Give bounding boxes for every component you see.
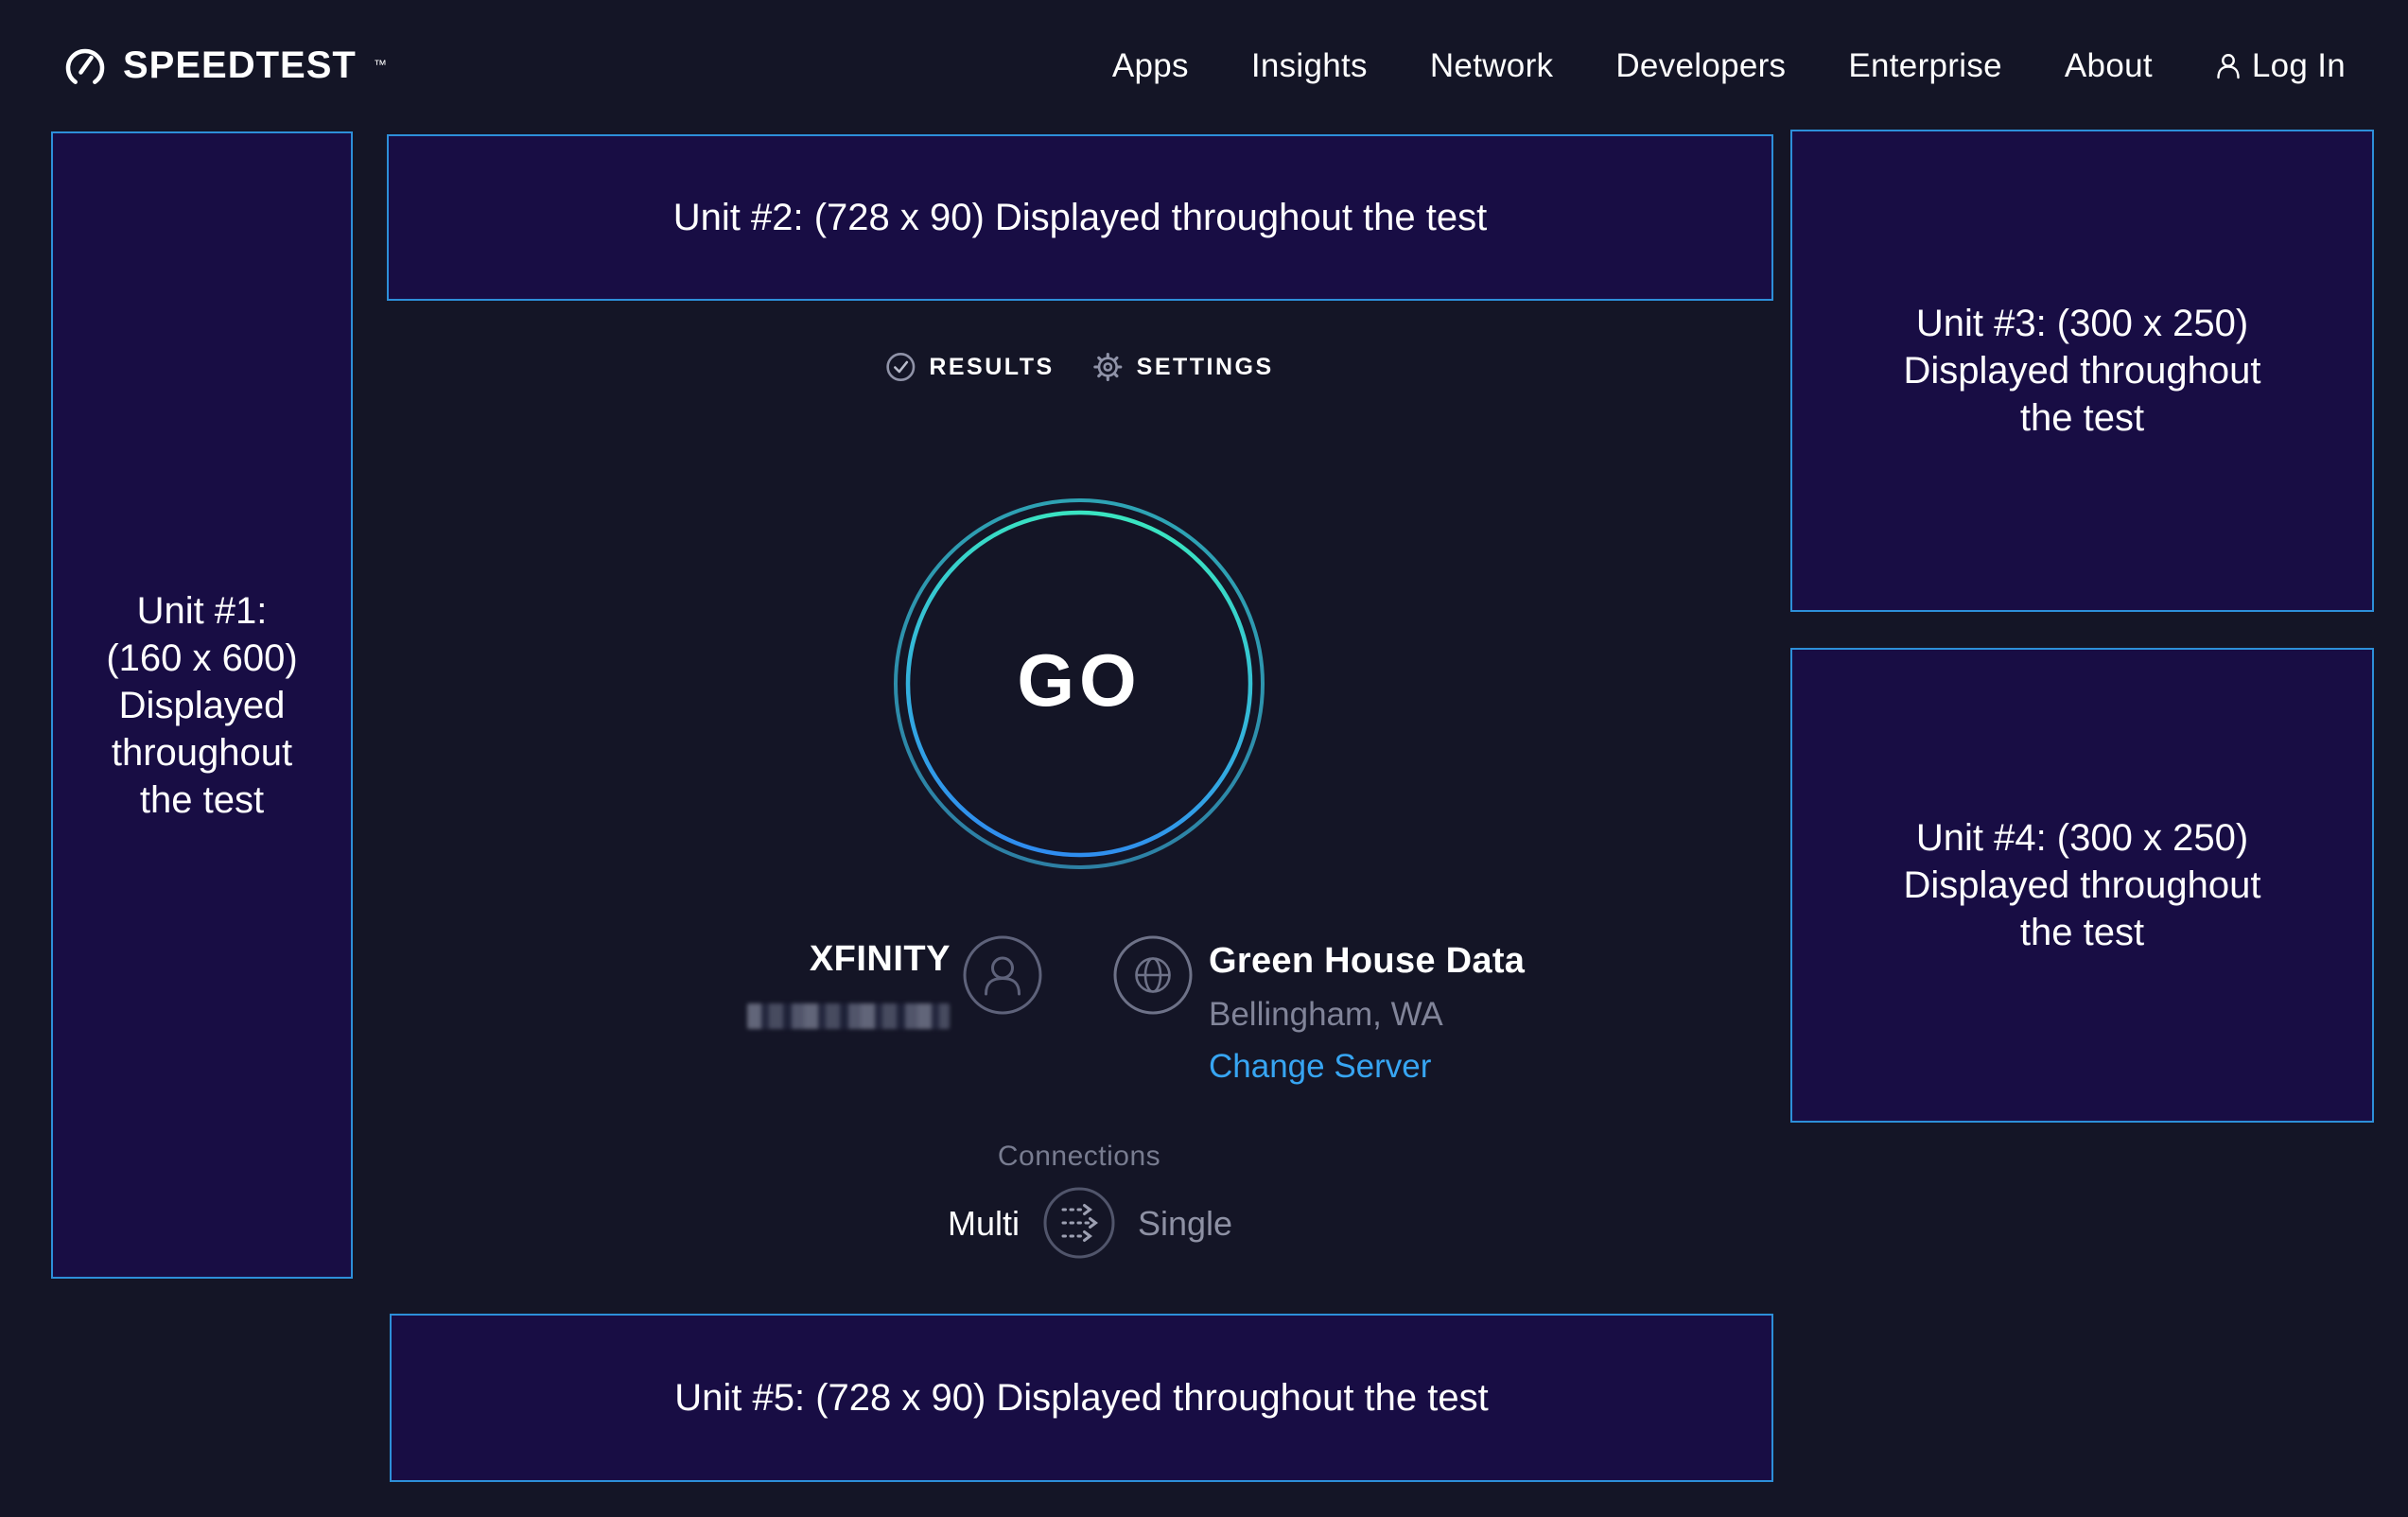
go-button[interactable]: GO [890,495,1268,873]
speedtest-logo[interactable]: SPEEDTEST ™ [62,44,387,89]
connections-toggle-icon[interactable] [1041,1185,1117,1261]
check-circle-icon [884,351,916,383]
connections-title: Connections [998,1141,1160,1173]
server-location: Bellingham, WA [1209,996,1443,1034]
gear-icon [1092,351,1125,383]
nav-item-about[interactable]: About [2065,47,2153,85]
login-button[interactable]: Log In [2215,47,2346,85]
login-label: Log In [2252,47,2346,85]
tab-settings-label: SETTINGS [1137,354,1274,381]
tab-results[interactable]: RESULTS [884,351,1054,383]
connections-single-option[interactable]: Single [1138,1204,1232,1244]
connections-multi-option[interactable]: Multi [880,1204,1020,1244]
nav-item-apps[interactable]: Apps [1112,47,1189,85]
speedtest-gauge-icon [62,44,108,89]
main-nav: Apps Insights Network Developers Enterpr… [1112,47,2346,85]
tab-settings[interactable]: SETTINGS [1092,351,1274,383]
ad-unit-4[interactable]: Unit #4: (300 x 250) Displayed throughou… [1790,648,2374,1123]
logo-text: SPEEDTEST [123,44,357,87]
nav-item-network[interactable]: Network [1430,47,1553,85]
nav-item-developers[interactable]: Developers [1615,47,1786,85]
server-name: Green House Data [1209,941,1525,982]
ad-unit-5[interactable]: Unit #5: (728 x 90) Displayed throughout… [390,1314,1773,1482]
user-icon [2215,52,2242,80]
nav-item-insights[interactable]: Insights [1251,47,1368,85]
isp-name: XFINITY [662,939,951,980]
header: SPEEDTEST ™ Apps Insights Network Develo… [0,0,2408,131]
ad-unit-3[interactable]: Unit #3: (300 x 250) Displayed throughou… [1790,130,2374,612]
isp-ip-redacted [747,1003,950,1029]
ad-unit-1[interactable]: Unit #1: (160 x 600) Displayed throughou… [51,131,353,1279]
server-globe-icon [1112,934,1194,1016]
ad-unit-2[interactable]: Unit #2: (728 x 90) Displayed throughout… [387,134,1773,301]
speedtest-page: SPEEDTEST ™ Apps Insights Network Develo… [0,0,2408,1517]
isp-user-icon [962,934,1043,1016]
logo-trademark: ™ [374,57,387,72]
go-label: GO [1017,637,1141,724]
change-server-link[interactable]: Change Server [1209,1048,1431,1086]
tab-results-label: RESULTS [929,354,1054,381]
result-settings-tabs: RESULTS SETTINGS [884,351,1273,383]
nav-item-enterprise[interactable]: Enterprise [1848,47,2002,85]
